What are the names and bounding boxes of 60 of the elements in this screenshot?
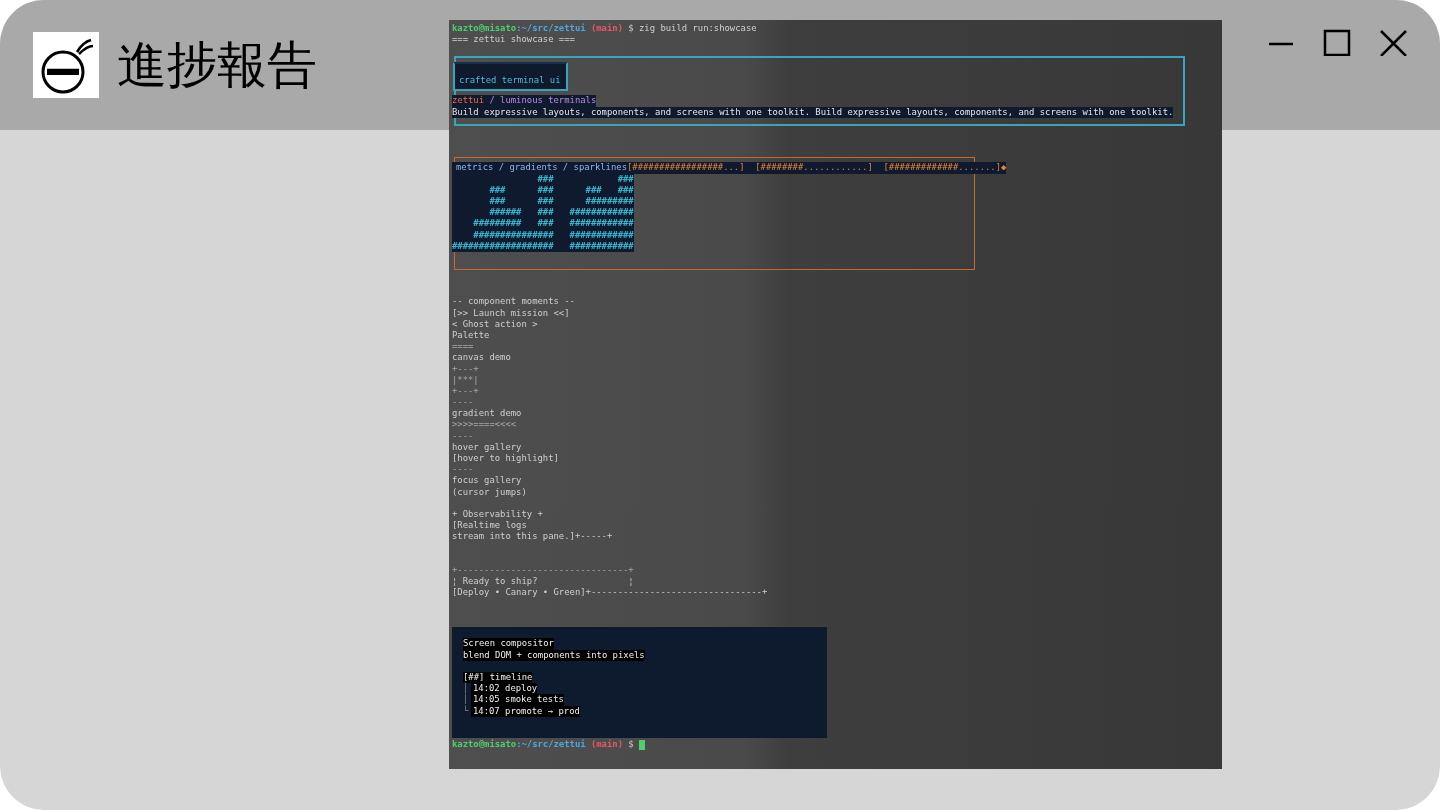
metrics-header-text: metrics / gradients / sparklines: [456, 162, 627, 174]
tree-branch: │: [463, 694, 470, 706]
prompt-text: $ zig build run:showcase: [627, 23, 757, 35]
terminal-line: + Observability +: [452, 508, 543, 521]
timeline-event: 14:07 promote → prod: [471, 705, 580, 717]
ascii-chart-row-text: ### ###: [536, 173, 634, 185]
tree-branch: └: [463, 705, 470, 717]
terminal-line: -- component moments --: [452, 296, 575, 308]
logo-icon: [33, 32, 99, 98]
badge-text: crafted terminal ui: [453, 62, 568, 92]
maximize-icon[interactable]: [1323, 28, 1351, 56]
terminal-line: ¦ Ready to ship? ¦: [452, 576, 634, 588]
ascii-chart-row-text: ############### ############: [472, 229, 634, 241]
terminal-line: canvas demo: [452, 352, 511, 364]
terminal-line: [Realtime logs: [452, 520, 527, 532]
ascii-rule: ----: [452, 397, 474, 409]
tagline-title: / luminous terminals: [488, 95, 597, 107]
ascii-rule: ----: [452, 464, 474, 476]
ascii-rule: ====: [452, 341, 474, 353]
terminal-line: [>> Launch mission <<]: [452, 307, 570, 319]
prompt-text: $: [627, 739, 634, 751]
prompt-text: kazto@misato: [452, 23, 517, 35]
tree-branch: │: [463, 683, 469, 695]
panel-subtitle: blend DOM + components into pixels: [463, 649, 645, 661]
terminal-line: focus gallery: [452, 475, 522, 487]
ascii-rule: +---+: [452, 385, 479, 398]
prompt-text: :~/src/zettui: [516, 739, 586, 751]
timeline-event: 14:05 smoke tests: [471, 694, 564, 706]
timeline-heading: [##] timeline: [463, 672, 533, 684]
terminal-line: < Ghost action >: [452, 318, 538, 330]
ascii-rule: +---+: [452, 363, 479, 375]
prompt-text: kazto@misato: [452, 739, 517, 751]
prompt-text: (main): [589, 23, 623, 35]
tagline-title: zettui: [452, 95, 485, 107]
ascii-rule: |***|: [452, 374, 479, 386]
terminal-line: gradient demo: [452, 408, 522, 420]
ascii-rule: >>>>====<<<<: [452, 419, 517, 431]
terminal-line: (cursor jumps): [452, 486, 527, 498]
terminal-line: hover gallery: [452, 441, 522, 453]
panel-title: Screen compositor: [463, 638, 554, 650]
metrics-header-text: ◆: [1001, 162, 1007, 174]
timeline-event: 14:02 deploy: [471, 683, 538, 695]
prompt-text: (main): [589, 739, 623, 751]
ascii-chart-row-text: ###### ### ############: [488, 207, 634, 219]
metrics-header-text: [#################...] [########............] [#############.......]: [627, 162, 1001, 174]
prompt-text: :~/src/zettui: [516, 23, 586, 35]
ascii-rule: +--------------------------------+: [452, 564, 634, 577]
close-icon[interactable]: [1379, 28, 1407, 56]
ascii-chart-row-text: ######### ### ############: [472, 218, 634, 230]
ascii-chart-row: ################### ############: [452, 240, 634, 252]
ascii-rule: ----: [452, 430, 474, 442]
ascii-chart-row-text: ### ### ### ###: [488, 184, 634, 196]
terminal-line: stream into this pane.]+-----+: [452, 531, 613, 543]
banner-text: === zettui showcase ===: [452, 34, 576, 46]
terminal-line: Palette: [452, 329, 490, 342]
ascii-chart-row-text: ### ### #########: [488, 195, 634, 208]
terminal-line: [Deploy • Canary • Green]+--------------------------------+: [452, 587, 768, 599]
terminal-line: [hover to highlight]: [452, 453, 559, 465]
window-title: 進捗報告: [117, 40, 317, 90]
tagline-text: Build expressive layouts, components, and screens with one toolkit. Build expressive layouts, components, and screens with one toolkit.: [452, 106, 1174, 118]
